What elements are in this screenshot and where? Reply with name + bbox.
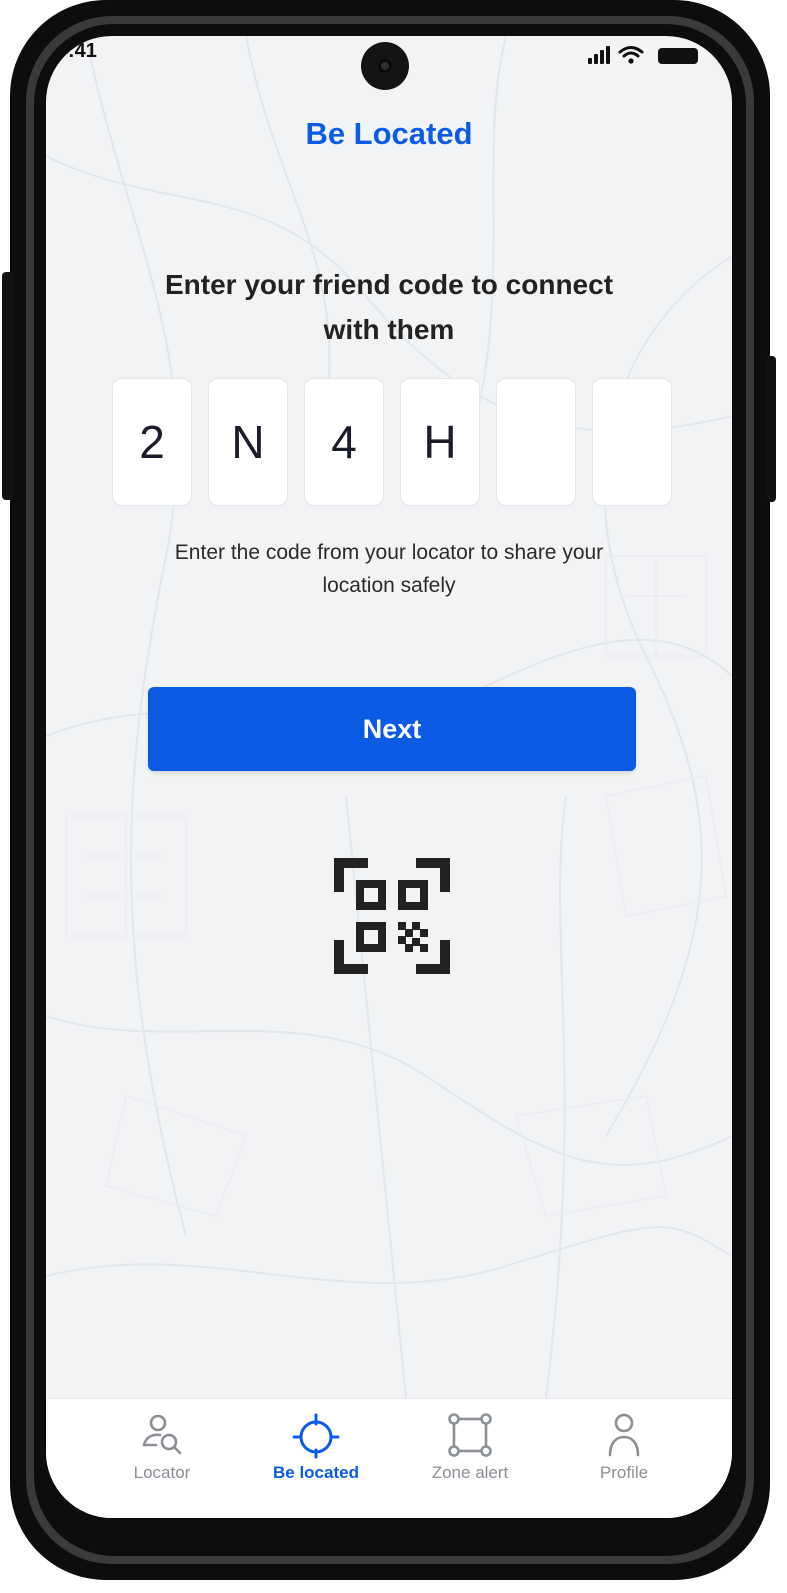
code-digit-5[interactable] bbox=[496, 378, 576, 506]
bottom-nav: Locator Be located Zone alert Profile bbox=[46, 1398, 732, 1518]
connect-prompt-line: with them bbox=[323, 314, 455, 345]
code-digit-2[interactable]: N bbox=[208, 378, 288, 506]
profile-icon bbox=[608, 1413, 640, 1457]
connect-prompt: Enter your friend code to connect with t… bbox=[126, 262, 652, 352]
code-digit-6[interactable] bbox=[592, 378, 672, 506]
qr-scan-icon[interactable] bbox=[334, 858, 450, 974]
code-digit-3[interactable]: 4 bbox=[304, 378, 384, 506]
page-title: Be Located bbox=[305, 116, 473, 151]
signal-icon bbox=[588, 46, 610, 64]
nav-item-zone-alert[interactable]: Zone alert bbox=[400, 1411, 540, 1491]
zone-icon bbox=[448, 1413, 492, 1457]
status-time: :41 bbox=[68, 40, 97, 62]
power-button bbox=[766, 356, 776, 502]
app-screen: :41 Be Located Enter your friend code to… bbox=[46, 36, 732, 1518]
front-camera bbox=[361, 42, 409, 90]
nav-item-profile[interactable]: Profile bbox=[554, 1411, 694, 1491]
nav-label-be-located: Be located bbox=[273, 1463, 359, 1482]
helper-text: Enter the code from your locator to shar… bbox=[116, 536, 662, 602]
crosshair-icon bbox=[292, 1413, 340, 1459]
nav-item-locator[interactable]: Locator bbox=[92, 1411, 232, 1491]
nav-label-locator: Locator bbox=[133, 1463, 191, 1482]
nav-label-zone-alert: Zone alert bbox=[431, 1463, 509, 1482]
battery-icon bbox=[658, 48, 698, 64]
next-button[interactable]: Next bbox=[148, 687, 636, 771]
nav-item-be-located[interactable]: Be located bbox=[246, 1411, 386, 1491]
helper-text-line: location safely bbox=[322, 574, 456, 597]
helper-text-line: Enter the code from your locator to shar… bbox=[174, 541, 604, 564]
wifi-icon bbox=[618, 46, 644, 58]
friend-code-input: 2 N 4 H bbox=[112, 378, 672, 508]
status-icons bbox=[588, 46, 698, 64]
locator-icon bbox=[142, 1414, 182, 1455]
volume-button bbox=[2, 272, 14, 500]
code-digit-1[interactable]: 2 bbox=[112, 378, 192, 506]
connect-prompt-line: Enter your friend code to connect bbox=[164, 269, 614, 300]
nav-label-profile: Profile bbox=[599, 1463, 649, 1482]
code-digit-4[interactable]: H bbox=[400, 378, 480, 506]
